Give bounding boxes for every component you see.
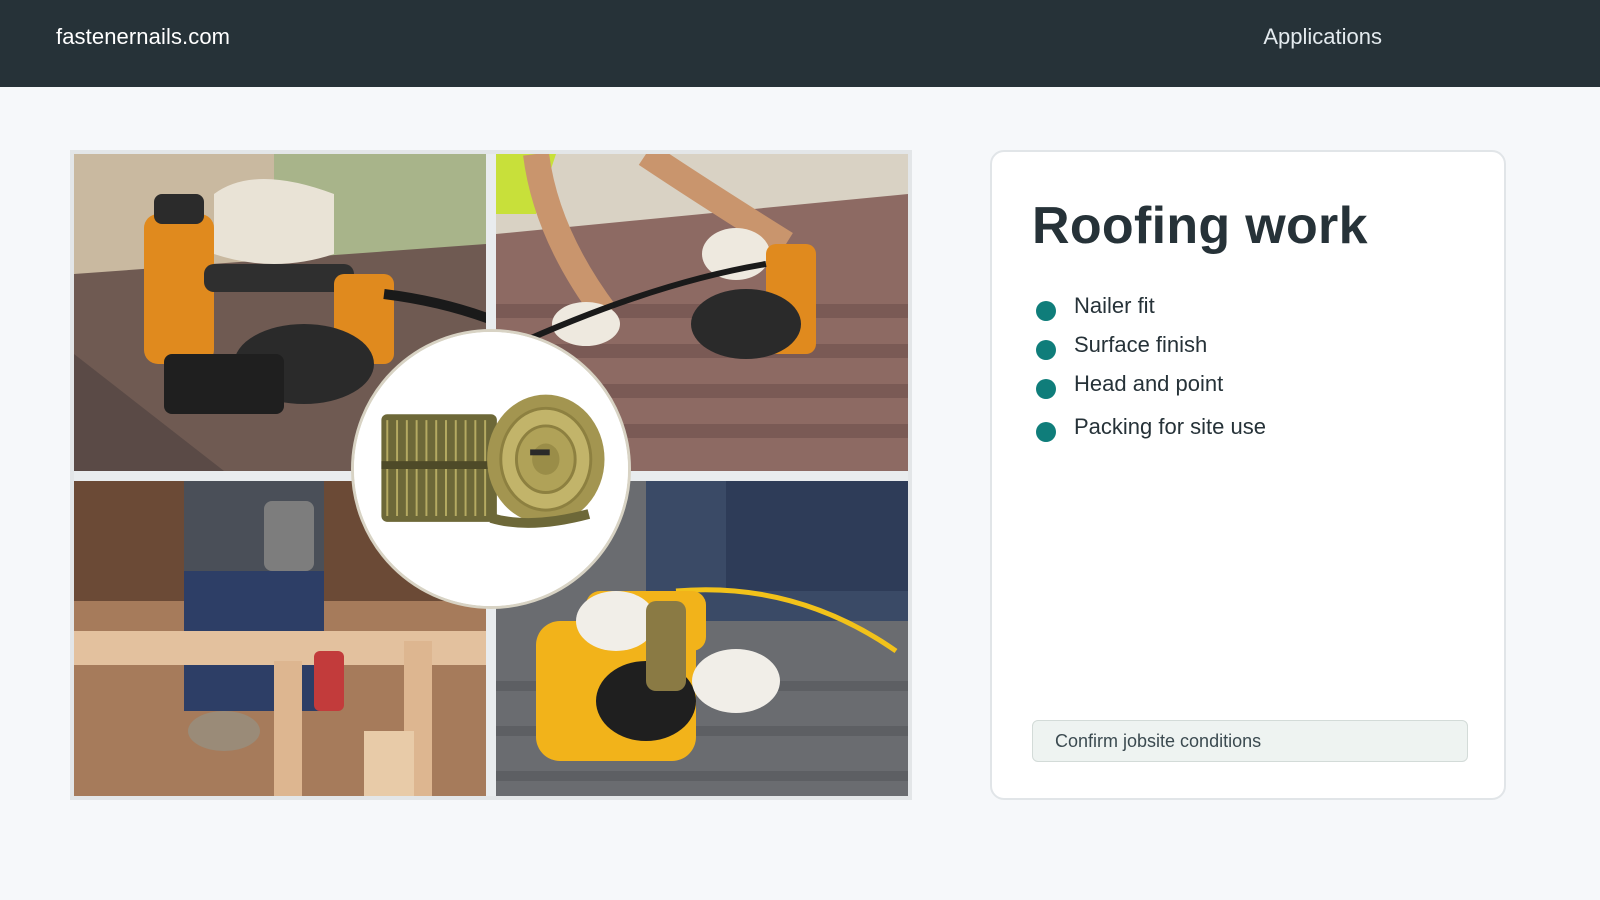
feature-label: Head and point [1074,370,1224,396]
bullet-icon [1036,421,1056,442]
bullet-icon [1036,339,1056,360]
feature-item-head-and-point: Head and point [1036,364,1266,403]
application-photo-collage [70,150,912,800]
top-navigation-bar: fastenernails.com Applications [0,0,1600,87]
feature-label: Surface finish [1074,331,1208,357]
application-info-card: Roofing work Nailer fit Surface finish H… [990,150,1506,800]
feature-label: Nailer fit [1074,292,1155,318]
coil-nails-product-photo [351,329,631,609]
feature-item-packing: Packing for site use [1036,407,1266,446]
card-title: Roofing work [1032,197,1368,255]
nav-link-applications[interactable]: Applications [1263,24,1382,50]
feature-item-surface-finish: Surface finish [1036,325,1266,364]
feature-label: Packing for site use [1074,413,1266,439]
confirm-jobsite-conditions-button[interactable]: Confirm jobsite conditions [1032,720,1468,762]
bullet-icon [1036,300,1056,321]
bullet-icon [1036,378,1056,399]
feature-item-nailer-fit: Nailer fit [1036,286,1266,325]
site-logo-link[interactable]: fastenernails.com [56,24,230,50]
feature-list: Nailer fit Surface finish Head and point… [1036,286,1266,446]
